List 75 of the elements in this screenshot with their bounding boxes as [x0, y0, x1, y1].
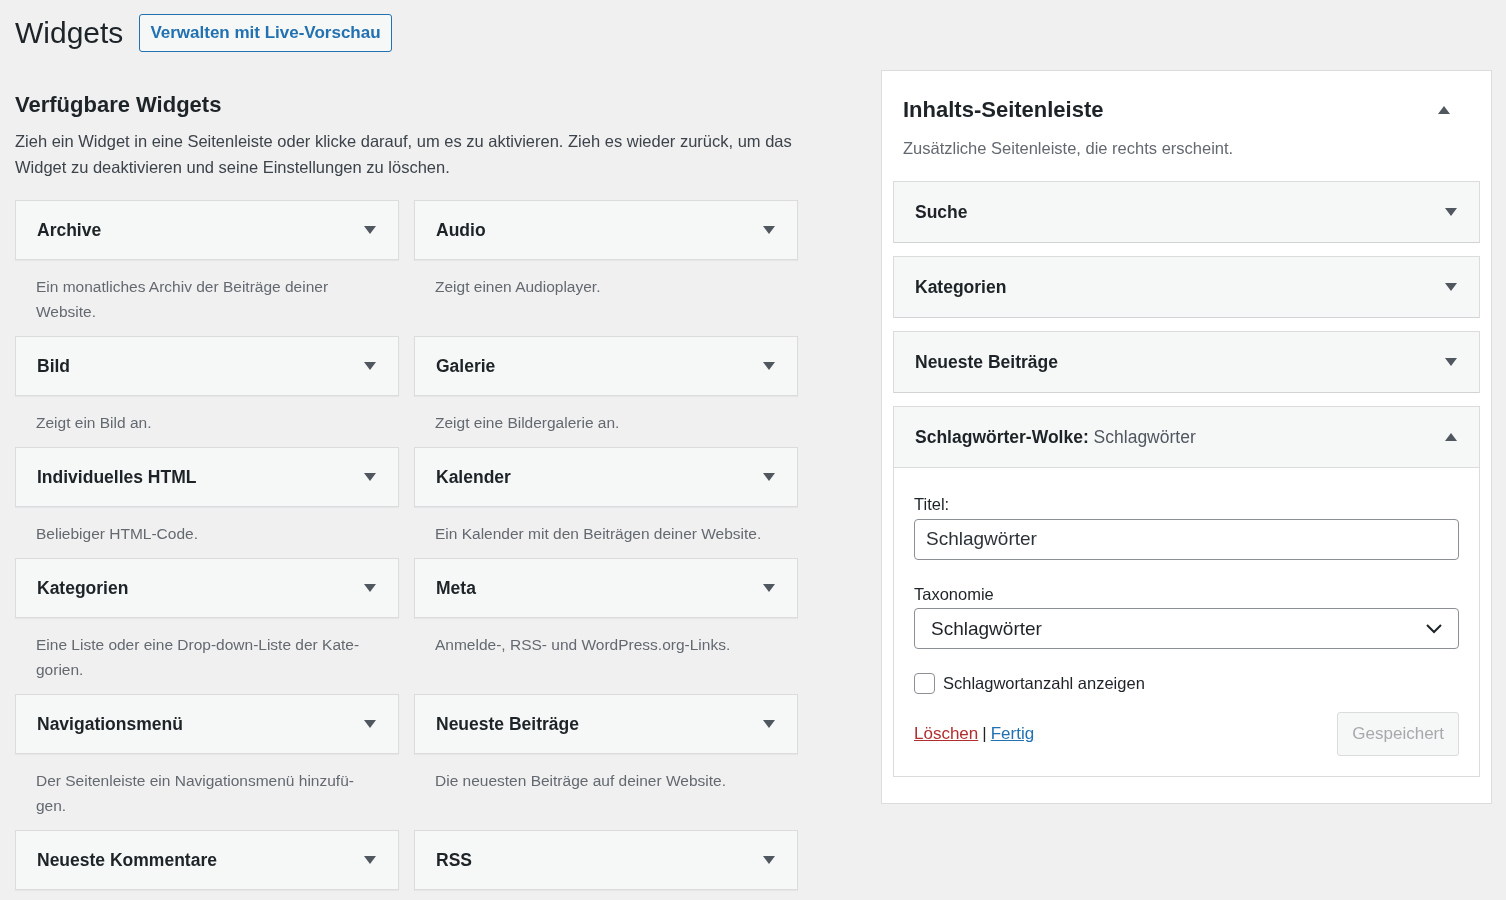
widget-header[interactable]: Kalender	[414, 446, 798, 507]
widget-header[interactable]: Neueste Kommentare	[15, 829, 399, 890]
expand-arrow-icon[interactable]	[1445, 357, 1457, 366]
section-description: Zieh ein Widget in eine Seitenleiste oder klicke darauf, um es zu aktivieren. Zieh es wieder zurück, um das Widget zu deaktivieren und seine Einstellungen zu löschen.	[15, 130, 793, 178]
expand-arrow-icon[interactable]	[763, 583, 775, 592]
widget-title: Suche	[915, 200, 968, 224]
widget-header[interactable]: Suche	[894, 181, 1479, 242]
expand-arrow-icon[interactable]	[364, 472, 376, 481]
delete-link[interactable]: Löschen	[914, 721, 979, 747]
widget-title: Individuelles HTML	[37, 465, 197, 489]
widget-description: Die neuesten Beiträge auf deiner Website.	[434, 770, 727, 791]
widget-title: Kategorien	[915, 275, 1007, 299]
widget-title: Archive	[37, 218, 102, 242]
widget-description: Beliebiger HTML-Code.	[35, 523, 199, 544]
widget-title: Audio	[436, 218, 486, 242]
widget-title: Bild	[37, 354, 71, 378]
widget-description: Ein Kalender mit den Beiträgen deiner Website.	[434, 523, 763, 544]
widget-title: Kalender	[436, 465, 511, 489]
expand-arrow-icon[interactable]	[364, 855, 376, 864]
widget-description: Ein monatliches Archiv der Beiträge deiner Website.	[35, 276, 330, 322]
expand-arrow-icon[interactable]	[763, 472, 775, 481]
expand-arrow-icon[interactable]	[364, 361, 376, 370]
expand-arrow-icon[interactable]	[1445, 207, 1457, 216]
widget-header[interactable]: Neueste Beiträge	[414, 693, 798, 754]
widget-header[interactable]: RSS	[414, 829, 798, 890]
page-title: Widgets	[15, 14, 124, 51]
widget-title: Neueste Beiträge	[915, 350, 1058, 374]
widget-description: Der Seitenleiste ein Navigationsmenü hinzufü-gen.	[35, 770, 355, 816]
expand-arrow-icon[interactable]	[763, 225, 775, 234]
checkbox[interactable]	[914, 673, 935, 695]
widget-title: Schlagwörter-Wolke: Schlagwörter	[915, 425, 1196, 449]
widget-description: Zeigt eine Bildergalerie an.	[434, 412, 621, 433]
widget-title: Neueste Kommentare	[37, 848, 217, 872]
expand-arrow-icon[interactable]	[763, 855, 775, 864]
widget-description: Zeigt ein Bild an.	[35, 412, 153, 433]
widget-description: Eine Liste oder eine Drop-down-Liste der Kate-gorien.	[35, 634, 361, 680]
widget-header[interactable]: Audio	[414, 199, 798, 260]
widget-title: Galerie	[436, 354, 496, 378]
widget-title: Meta	[436, 576, 476, 600]
widget-header[interactable]: Galerie	[414, 335, 798, 396]
widget-description: Zeigt einen Audioplayer.	[434, 276, 602, 297]
separator: |	[982, 723, 987, 745]
widget-title: RSS	[436, 848, 472, 872]
expand-arrow-icon[interactable]	[763, 361, 775, 370]
live-preview-button[interactable]: Verwalten mit Live-Vorschau	[139, 14, 392, 52]
widget-header[interactable]: Neueste Beiträge	[894, 331, 1479, 392]
widget-header[interactable]: Individuelles HTML	[15, 446, 399, 507]
widget-header[interactable]: Kategorien	[15, 557, 399, 618]
widget-header[interactable]: Schlagwörter-Wolke: Schlagwörter	[894, 406, 1479, 467]
title-input[interactable]: Schlagwörter	[914, 518, 1459, 560]
expand-arrow-icon[interactable]	[364, 719, 376, 728]
checkbox-label: Schlagwortanzahl anzeigen	[943, 673, 1145, 695]
collapse-arrow-icon[interactable]	[1445, 432, 1457, 441]
expand-arrow-icon[interactable]	[1445, 282, 1457, 291]
chevron-down-icon	[1426, 623, 1442, 634]
widget-header[interactable]: Meta	[414, 557, 798, 618]
widget-description: Anmelde-, RSS- und WordPress.org-Links.	[434, 634, 732, 655]
field-label: Taxonomie	[914, 583, 995, 605]
expand-arrow-icon[interactable]	[763, 719, 775, 728]
taxonomy-select[interactable]: Schlagwörter	[914, 608, 1459, 650]
widget-title: Navigationsmenü	[37, 712, 183, 736]
widget-header[interactable]: Archive	[15, 199, 399, 260]
expand-arrow-icon[interactable]	[364, 583, 376, 592]
sidebar-title: Inhalts-Seitenleiste	[903, 96, 1104, 124]
widget-header[interactable]: Bild	[15, 335, 399, 396]
sidebar-description: Zusätzliche Seitenleiste, die rechts erscheint.	[902, 138, 1235, 159]
collapse-arrow-icon[interactable]	[1438, 105, 1450, 114]
widget-header[interactable]: Kategorien	[894, 256, 1479, 317]
widget-title: Kategorien	[37, 576, 129, 600]
field-label: Titel:	[914, 493, 951, 515]
widget-title: Neueste Beiträge	[436, 712, 579, 736]
done-link[interactable]: Fertig	[990, 721, 1035, 747]
expand-arrow-icon[interactable]	[364, 225, 376, 234]
section-heading: Verfügbare Widgets	[15, 91, 223, 118]
widget-header[interactable]: Navigationsmenü	[15, 693, 399, 754]
